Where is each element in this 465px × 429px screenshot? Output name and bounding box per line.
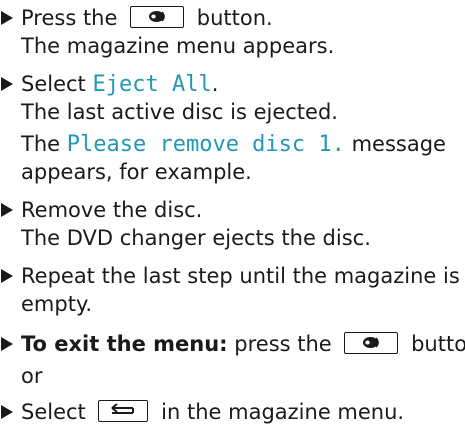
step-bullet-icon — [1, 203, 13, 217]
note-text: message — [351, 132, 446, 156]
step-text: Select — [21, 72, 86, 96]
step-text: Press the — [21, 6, 118, 30]
step-text: button. — [411, 332, 465, 356]
step-text: Select — [21, 400, 86, 424]
step-text: . — [211, 72, 219, 96]
step-heading: To exit the menu: — [21, 332, 228, 356]
step-text: button. — [196, 6, 273, 30]
note-text: appears, for example. — [21, 160, 252, 184]
disc-magazine-icon — [130, 6, 185, 28]
message-code: Please remove disc 1. — [66, 132, 345, 157]
step-text: empty. — [21, 292, 93, 316]
step-bullet-icon — [1, 269, 13, 283]
or-text: or — [21, 364, 43, 388]
step-text: in the magazine menu. — [161, 400, 405, 424]
disc-magazine-icon — [344, 332, 399, 354]
step-bullet-icon — [1, 337, 13, 351]
note-text: The — [21, 132, 61, 156]
step-text: Remove the disc. — [21, 198, 203, 222]
result-text: The magazine menu appears. — [21, 34, 335, 58]
back-arrow-icon — [98, 400, 149, 422]
step-bullet-icon — [1, 77, 13, 91]
menu-item-code: Eject All — [92, 72, 212, 97]
result-text: The last active disc is ejected. — [21, 100, 338, 124]
step-text: Repeat the last step until the magazine … — [21, 264, 460, 288]
step-text: press the — [234, 332, 332, 356]
result-text: The DVD changer ejects the disc. — [21, 226, 371, 250]
step-bullet-icon — [1, 11, 13, 25]
step-bullet-icon — [1, 405, 13, 419]
